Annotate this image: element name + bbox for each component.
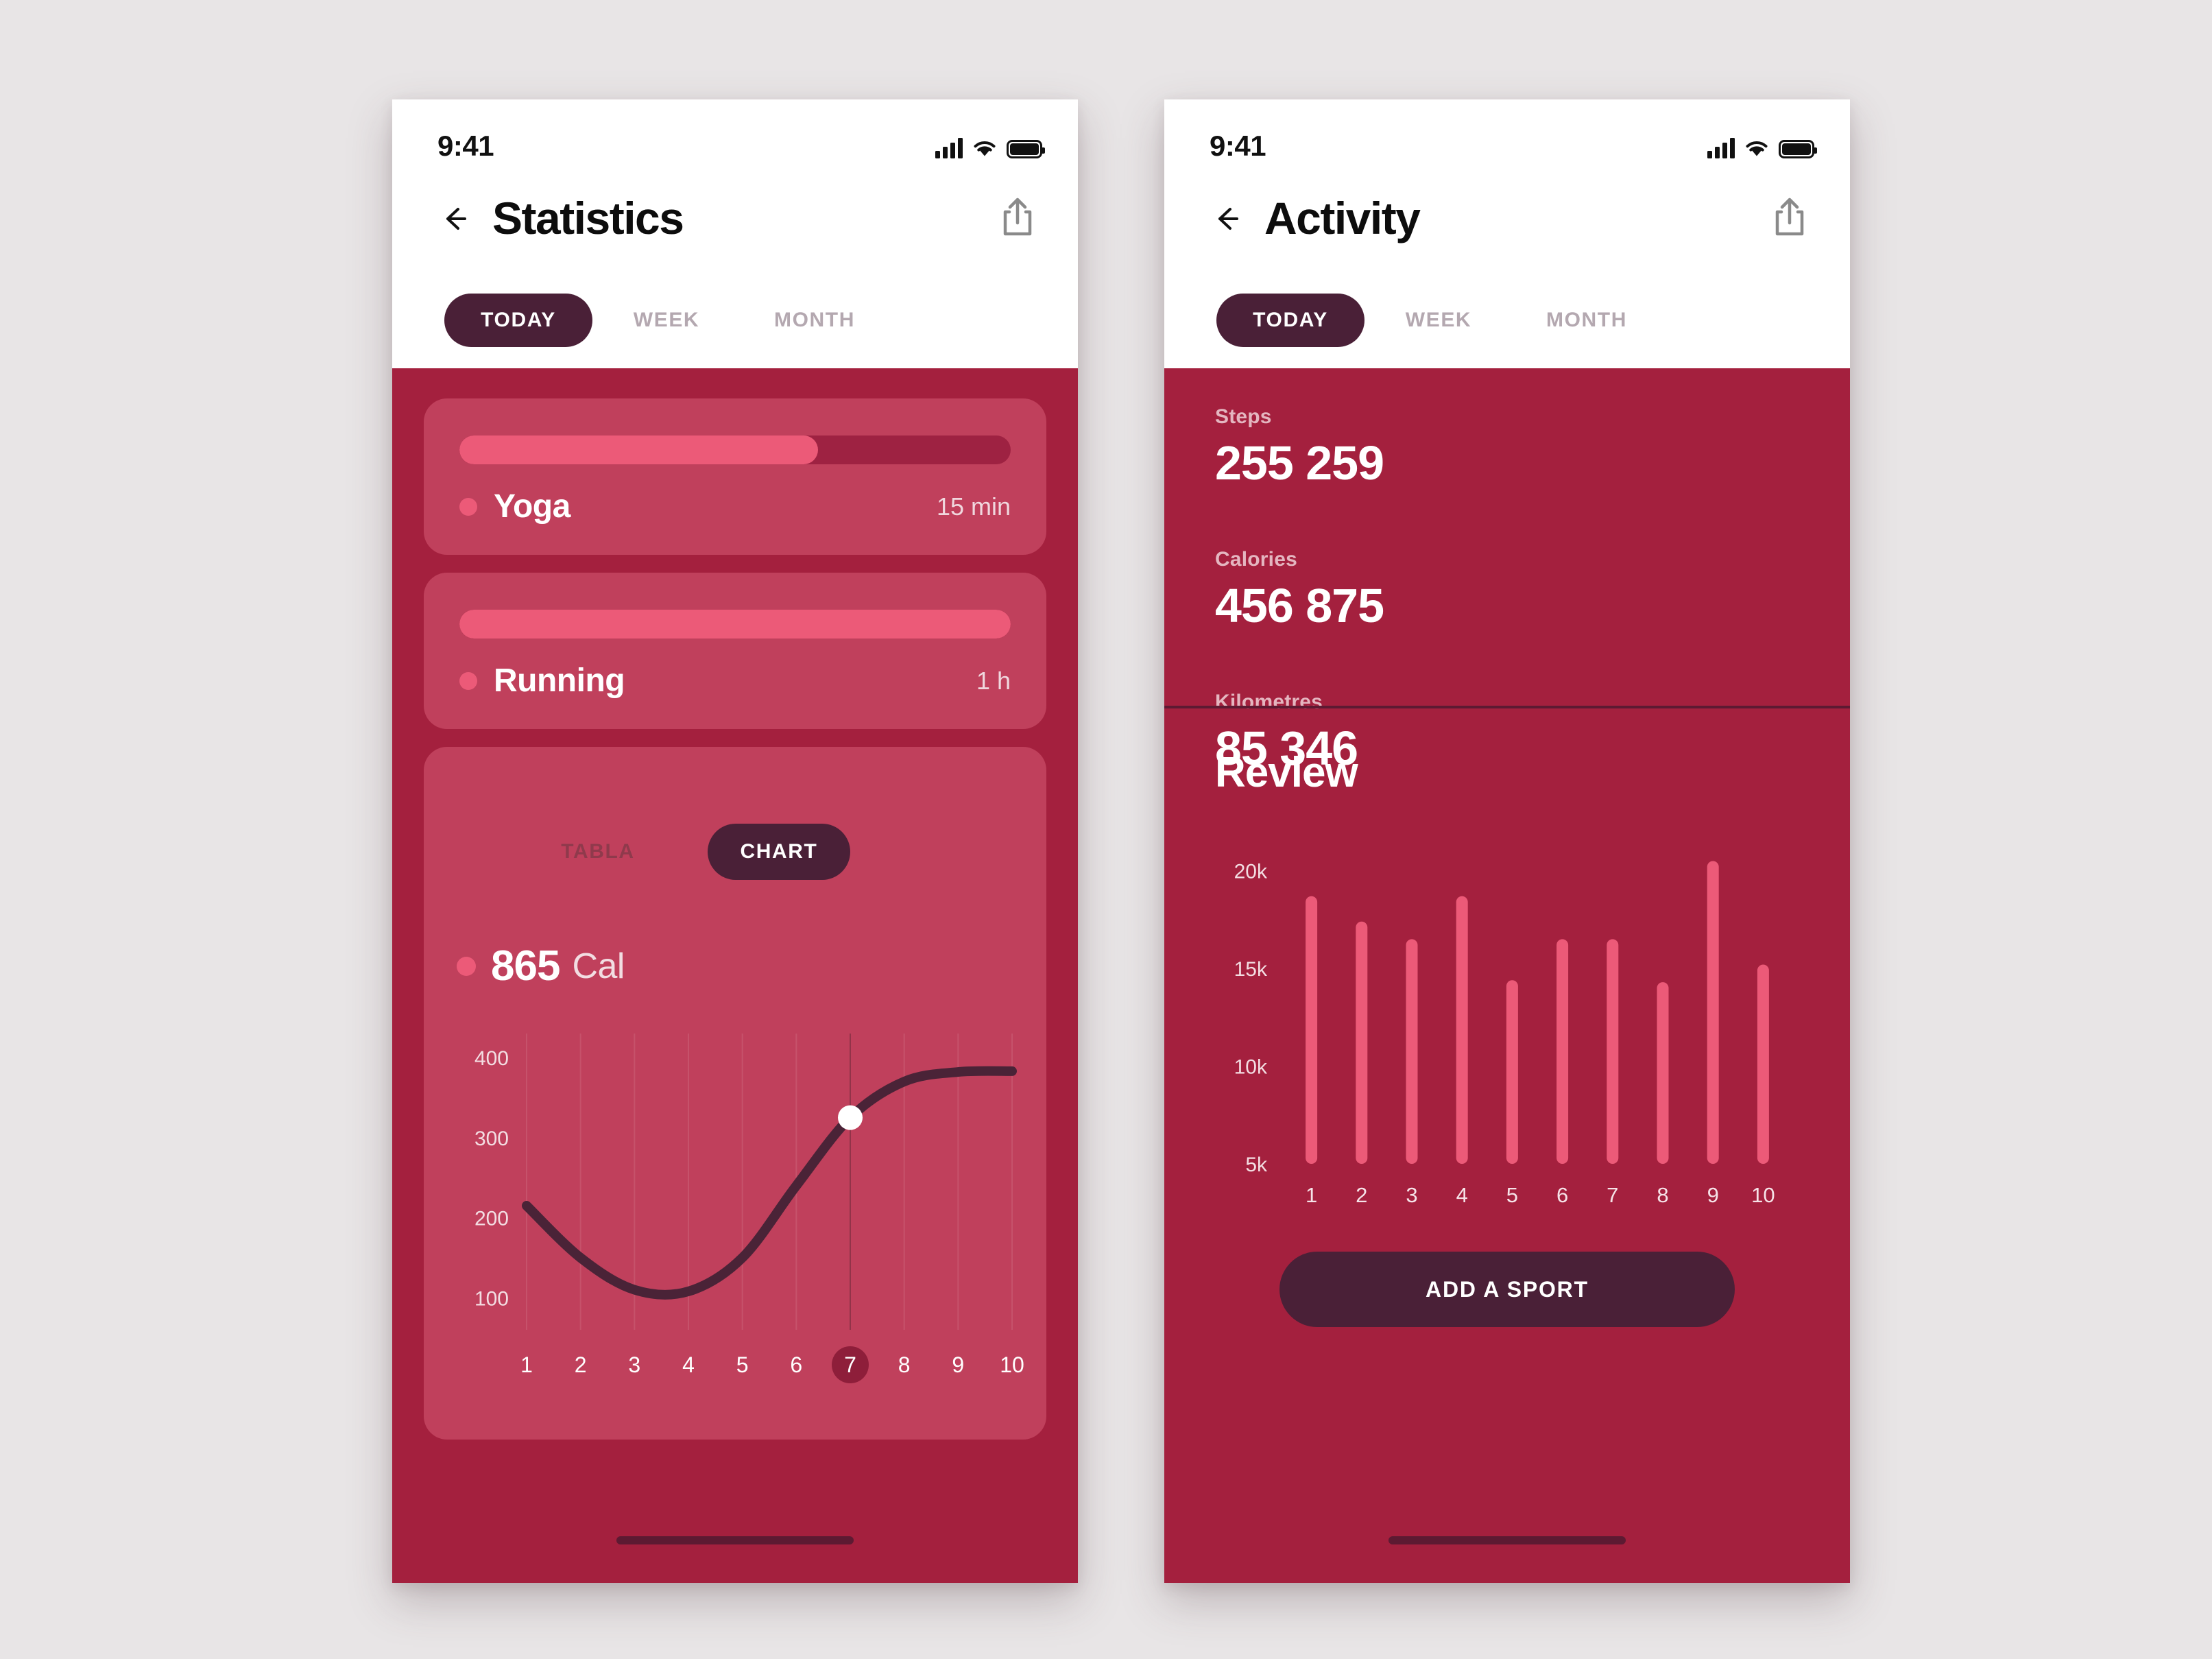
metric-label: Calories (1215, 548, 1297, 571)
svg-text:7: 7 (1607, 1183, 1618, 1207)
legend-dot-icon (459, 671, 477, 690)
review-bar-chart[interactable]: 5k 10k 15k 20k 1 2 3 4 5 6 7 8 9 10 (1205, 821, 1809, 1232)
phone-screen-activity: 9:41 Activity TODAY WEEK MONTH Steps 255… (1164, 99, 1850, 1583)
status-bar-icons (1707, 131, 1817, 158)
svg-text:15k: 15k (1234, 958, 1268, 981)
calories-line-chart[interactable]: 100 200 300 400 1 2 3 4 5 6 7 8 9 10 (424, 1021, 1046, 1405)
progress-fill (459, 610, 1011, 638)
metric-value: 456 875 (1215, 579, 1384, 632)
svg-text:200: 200 (474, 1208, 509, 1230)
arrow-left-icon[interactable] (435, 200, 473, 238)
svg-text:1: 1 (520, 1352, 533, 1377)
legend-dot-icon (457, 956, 476, 976)
svg-text:3: 3 (628, 1352, 640, 1377)
tab-week[interactable]: WEEK (1365, 294, 1513, 347)
activity-body: Steps 255 259 Calories 456 875 Kilometre… (1164, 368, 1850, 1583)
svg-text:2: 2 (575, 1352, 587, 1377)
statistics-body: Yoga 15 min Running 1 h TABLA CHART 865 … (392, 368, 1078, 1583)
wifi-icon (1744, 139, 1769, 158)
activity-duration: 15 min (936, 492, 1011, 521)
svg-text:2: 2 (1356, 1183, 1367, 1207)
share-icon[interactable] (998, 194, 1037, 238)
tab-month[interactable]: MONTH (1513, 294, 1661, 347)
svg-text:7: 7 (844, 1352, 856, 1377)
arrow-left-icon[interactable] (1207, 200, 1245, 238)
status-bar-time: 9:41 (437, 130, 494, 162)
cellular-signal-icon (1707, 138, 1735, 158)
battery-full-icon (1779, 140, 1817, 158)
svg-text:10k: 10k (1234, 1056, 1268, 1079)
metric-steps: Steps 255 259 (1215, 405, 1799, 492)
tab-week[interactable]: WEEK (592, 294, 741, 347)
svg-text:400: 400 (474, 1047, 509, 1070)
page-title: Activity (1264, 193, 1421, 243)
metric-label: Kilometres (1215, 691, 1323, 713)
period-tabs: TODAY WEEK MONTH (392, 272, 1078, 368)
svg-text:5k: 5k (1245, 1154, 1268, 1176)
svg-text:5: 5 (1506, 1183, 1518, 1207)
calories-unit: Cal (572, 946, 625, 986)
cellular-signal-icon (935, 138, 963, 158)
svg-text:9: 9 (952, 1352, 964, 1377)
activity-duration: 1 h (976, 666, 1011, 695)
tab-today[interactable]: TODAY (1216, 294, 1365, 347)
nav-bar: Activity (1164, 182, 1850, 272)
review-heading: Review (1215, 749, 1358, 796)
calories-total: 865 Cal (457, 942, 625, 990)
svg-text:8: 8 (1657, 1183, 1668, 1207)
share-icon[interactable] (1770, 194, 1809, 238)
calories-value: 865 (491, 942, 560, 990)
metric-value: 255 259 (1215, 436, 1384, 490)
nav-bar: Statistics (392, 182, 1078, 272)
tab-today[interactable]: TODAY (444, 294, 592, 347)
chart-view-toggle: TABLA CHART (527, 824, 850, 880)
activity-card-yoga[interactable]: Yoga 15 min (424, 398, 1046, 555)
segment-chart[interactable]: CHART (708, 824, 850, 880)
calories-chart-card: TABLA CHART 865 Cal 100 200 300 400 1 2 3 4 5 6 7 8… (424, 747, 1046, 1440)
svg-text:300: 300 (474, 1127, 509, 1150)
metric-label: Steps (1215, 405, 1272, 428)
page-canvas: 9:41 Statistics TODAY WEEK MONTH Yoga 15… (0, 0, 2212, 1659)
svg-text:6: 6 (1556, 1183, 1568, 1207)
add-sport-button[interactable]: ADD A SPORT (1279, 1252, 1735, 1327)
tab-month[interactable]: MONTH (741, 294, 889, 347)
svg-text:8: 8 (898, 1352, 911, 1377)
activity-name: Yoga (494, 488, 570, 525)
phone-screen-statistics: 9:41 Statistics TODAY WEEK MONTH Yoga 15… (392, 99, 1078, 1583)
svg-text:10: 10 (1000, 1352, 1024, 1377)
legend-dot-icon (459, 497, 477, 516)
svg-text:4: 4 (682, 1352, 695, 1377)
activity-card-row: Yoga 15 min (459, 488, 1011, 525)
svg-text:20k: 20k (1234, 861, 1268, 883)
status-bar-icons (935, 131, 1045, 158)
status-bar: 9:41 (392, 99, 1078, 182)
svg-text:100: 100 (474, 1287, 509, 1310)
metric-calories: Calories 456 875 (1215, 548, 1799, 634)
svg-text:3: 3 (1406, 1183, 1417, 1207)
progress-track (459, 610, 1011, 638)
status-bar: 9:41 (1164, 99, 1850, 182)
home-indicator (1388, 1536, 1626, 1544)
period-tabs: TODAY WEEK MONTH (1164, 272, 1850, 368)
svg-text:4: 4 (1456, 1183, 1468, 1207)
activity-card-running[interactable]: Running 1 h (424, 573, 1046, 729)
progress-track (459, 435, 1011, 464)
activity-name: Running (494, 663, 625, 699)
svg-text:6: 6 (790, 1352, 802, 1377)
svg-text:10: 10 (1751, 1183, 1775, 1207)
wifi-icon (972, 139, 997, 158)
metrics-list: Steps 255 259 Calories 456 875 Kilometre… (1164, 368, 1850, 777)
segment-tabla[interactable]: TABLA (527, 824, 669, 880)
home-indicator (616, 1536, 854, 1544)
progress-fill (459, 435, 818, 464)
battery-full-icon (1007, 140, 1045, 158)
svg-text:9: 9 (1707, 1183, 1719, 1207)
activity-card-row: Running 1 h (459, 662, 1011, 700)
status-bar-time: 9:41 (1210, 130, 1266, 162)
page-title: Statistics (492, 193, 684, 243)
svg-text:1: 1 (1306, 1183, 1317, 1207)
svg-text:5: 5 (736, 1352, 749, 1377)
section-divider (1164, 706, 1850, 708)
